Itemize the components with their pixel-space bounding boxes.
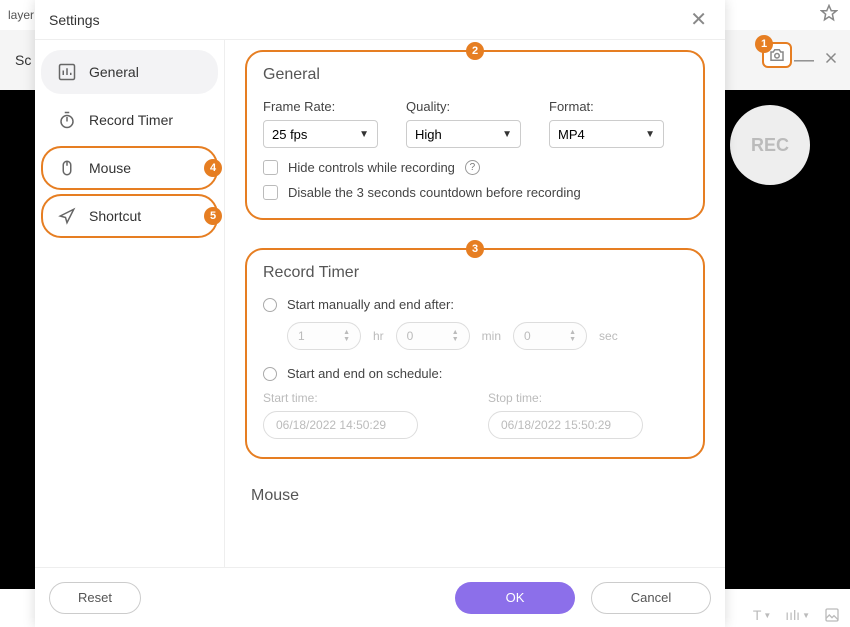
back-left-text: Sc xyxy=(15,52,31,68)
help-icon[interactable]: ? xyxy=(465,160,480,175)
annotation-badge-3: 3 xyxy=(466,240,484,258)
quality-label: Quality: xyxy=(406,99,521,114)
mode-schedule-radio[interactable] xyxy=(263,367,277,381)
ok-button[interactable]: OK xyxy=(455,582,575,614)
nav-item-label: Mouse xyxy=(89,160,131,176)
brand-fragment: layer xyxy=(8,8,34,22)
frame-rate-label: Frame Rate: xyxy=(263,99,378,114)
chevron-down-icon: ▼ xyxy=(502,129,512,140)
section-record-timer: 3 Record Timer Start manually and end af… xyxy=(245,248,705,459)
spinner-buttons[interactable]: ▲▼ xyxy=(343,329,350,343)
hide-controls-checkbox[interactable] xyxy=(263,160,278,175)
nav-item-shortcut[interactable]: Shortcut 5 xyxy=(41,194,218,238)
bottom-tools: T ▼ ıılı ▼ xyxy=(753,607,840,623)
mode-schedule-label: Start and end on schedule: xyxy=(287,366,442,381)
spinner-buttons[interactable]: ▲▼ xyxy=(569,329,576,343)
format-select[interactable]: MP4 ▼ xyxy=(549,120,664,148)
nav-item-mouse[interactable]: Mouse 4 xyxy=(41,146,218,190)
mouse-icon xyxy=(57,158,77,178)
equalizer-icon[interactable]: ıılı ▼ xyxy=(785,607,810,623)
stopwatch-icon xyxy=(57,110,77,130)
paper-plane-icon xyxy=(57,206,77,226)
format-label: Format: xyxy=(549,99,664,114)
nav-item-general[interactable]: General xyxy=(41,50,218,94)
cancel-button[interactable]: Cancel xyxy=(591,582,711,614)
disable-countdown-label: Disable the 3 seconds countdown before r… xyxy=(288,185,581,200)
frame-rate-select[interactable]: 25 fps ▼ xyxy=(263,120,378,148)
dialog-footer: Reset OK Cancel xyxy=(35,567,725,627)
annotation-1-gear[interactable]: 1 xyxy=(762,42,792,68)
dialog-header: Settings ✕ xyxy=(35,0,725,40)
hide-controls-label: Hide controls while recording xyxy=(288,160,455,175)
annotation-badge-4: 4 xyxy=(204,159,222,177)
close-icon[interactable]: ✕ xyxy=(686,3,711,36)
bar-chart-icon xyxy=(57,62,77,82)
reset-button[interactable]: Reset xyxy=(49,582,141,614)
annotation-badge-2: 2 xyxy=(466,42,484,60)
text-tool-icon[interactable]: T ▼ xyxy=(753,607,771,623)
dialog-title: Settings xyxy=(49,12,100,28)
quality-select[interactable]: High ▼ xyxy=(406,120,521,148)
section-title: General xyxy=(263,66,687,84)
nav-item-label: Record Timer xyxy=(89,112,173,128)
chevron-down-icon: ▼ xyxy=(645,129,655,140)
image-tool-icon[interactable] xyxy=(824,607,840,623)
stop-time-input[interactable]: 06/18/2022 15:50:29 xyxy=(488,411,643,439)
disable-countdown-checkbox[interactable] xyxy=(263,185,278,200)
settings-nav: General Record Timer Mouse 4 Shortcut xyxy=(35,40,225,567)
settings-content: 2 General Frame Rate: 25 fps ▼ Quality: … xyxy=(225,40,725,567)
annotation-badge-5: 5 xyxy=(204,207,222,225)
section-general: 2 General Frame Rate: 25 fps ▼ Quality: … xyxy=(245,50,705,220)
nav-item-record-timer[interactable]: Record Timer xyxy=(41,98,218,142)
sec-unit: sec xyxy=(599,329,618,343)
spinner-buttons[interactable]: ▲▼ xyxy=(452,329,459,343)
annotation-badge-1: 1 xyxy=(755,35,773,53)
start-time-input[interactable]: 06/18/2022 14:50:29 xyxy=(263,411,418,439)
hours-input[interactable]: 1 ▲▼ xyxy=(287,322,361,350)
section-title-mouse: Mouse xyxy=(245,487,705,505)
hr-unit: hr xyxy=(373,329,384,343)
star-icon[interactable] xyxy=(820,4,838,27)
stop-time-label: Stop time: xyxy=(488,391,643,405)
nav-item-label: General xyxy=(89,64,139,80)
rec-button[interactable]: REC xyxy=(730,105,810,185)
window-close-icon[interactable] xyxy=(822,49,840,72)
minutes-input[interactable]: 0 ▲▼ xyxy=(396,322,470,350)
chevron-down-icon: ▼ xyxy=(359,129,369,140)
section-title: Record Timer xyxy=(263,264,687,282)
settings-dialog: Settings ✕ General Record Timer Mouse xyxy=(35,0,725,627)
mode-manual-radio[interactable] xyxy=(263,298,277,312)
seconds-input[interactable]: 0 ▲▼ xyxy=(513,322,587,350)
nav-item-label: Shortcut xyxy=(89,208,141,224)
start-time-label: Start time: xyxy=(263,391,418,405)
minimize-icon[interactable]: — xyxy=(794,49,814,72)
min-unit: min xyxy=(482,329,501,343)
mode-manual-label: Start manually and end after: xyxy=(287,297,454,312)
